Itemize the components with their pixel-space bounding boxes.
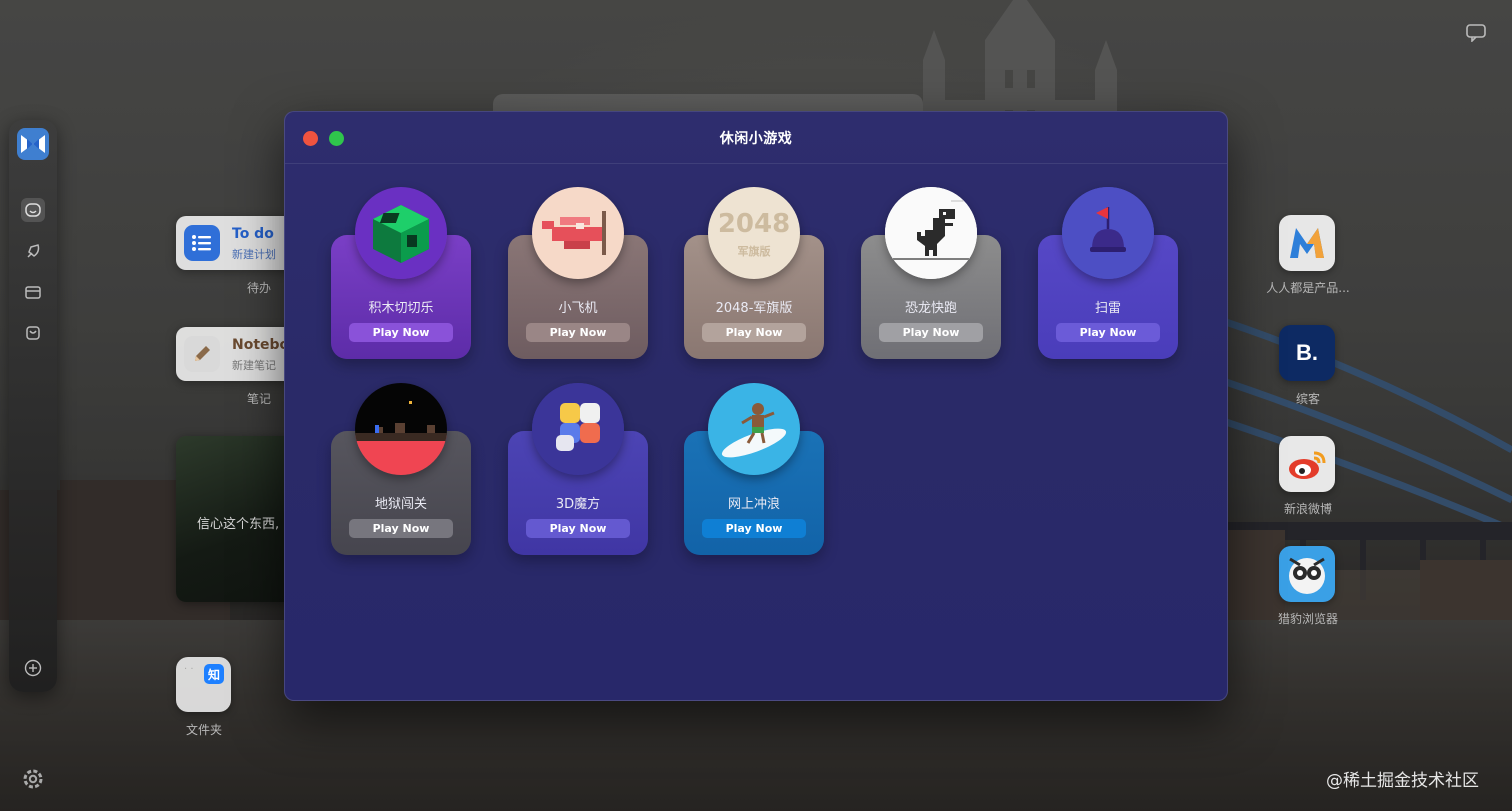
- rocket-icon[interactable]: [21, 240, 45, 264]
- folder-caption: 文件夹: [185, 723, 222, 737]
- zhihu-badge-icon: 知: [204, 664, 224, 684]
- app-booking[interactable]: B.: [1279, 325, 1335, 381]
- window-title: 休闲小游戏: [719, 131, 793, 147]
- pencil-icon: [184, 336, 220, 372]
- booking-logo-icon: B.: [1296, 340, 1318, 365]
- play-now-button[interactable]: Play Now: [526, 519, 630, 538]
- todo-subtitle: 新建计划: [232, 248, 276, 261]
- game-name: 3D魔方: [555, 497, 601, 512]
- home-icon[interactable]: [21, 198, 45, 222]
- thumb-flag-text: 军旗版: [737, 245, 771, 258]
- game-card-hell-levels[interactable]: 地狱闯关 Play Now: [331, 383, 471, 555]
- todo-caption: 待办: [246, 281, 271, 295]
- notebook-widget[interactable]: Notebo 新建笔记: [176, 327, 296, 381]
- play-now-button[interactable]: Play Now: [526, 323, 630, 342]
- add-icon[interactable]: [21, 656, 45, 680]
- game-name: 扫雷: [1094, 301, 1121, 316]
- app-label-weibo: 新浪微博: [1283, 502, 1332, 516]
- chat-bubble-icon[interactable]: [1466, 24, 1488, 42]
- dino-run-thumbnail: [885, 187, 977, 279]
- game-card-small-plane[interactable]: 小飞机 Play Now: [508, 187, 648, 359]
- app-label-woshipm: 人人都是产品...: [1266, 281, 1350, 295]
- liebao-browser-icon: [1289, 557, 1325, 594]
- play-now-button[interactable]: Play Now: [702, 519, 806, 538]
- bag-icon[interactable]: [21, 320, 45, 344]
- app-label-liebao: 猎豹浏览器: [1277, 612, 1338, 626]
- notebook-subtitle: 新建笔记: [232, 359, 276, 372]
- side-dock: [9, 120, 57, 692]
- app-weibo[interactable]: [1279, 436, 1335, 492]
- play-now-button[interactable]: Play Now: [879, 323, 983, 342]
- game-name: 积木切切乐: [368, 301, 434, 316]
- game-card-block-slice[interactable]: 积木切切乐 Play Now: [331, 187, 471, 359]
- mini-games-window: 休闲小游戏 积木切切乐 Play Now 小飞机 Play Now 2048 军…: [284, 111, 1228, 701]
- game-card-minesweeper[interactable]: 扫雷 Play Now: [1038, 187, 1178, 359]
- 2048-thumbnail: 2048 军旗版: [708, 187, 800, 279]
- play-now-button[interactable]: Play Now: [1056, 323, 1160, 342]
- todo-title: To do: [232, 226, 274, 242]
- watermark-text: @稀土掘金技术社区: [1326, 771, 1479, 791]
- app-woshipm[interactable]: [1279, 215, 1335, 271]
- notebook-title: Notebo: [232, 337, 290, 353]
- game-name: 地狱闯关: [374, 497, 427, 512]
- window-titlebar: 休闲小游戏: [285, 112, 1227, 164]
- minesweeper-thumbnail: [1062, 187, 1154, 279]
- game-name: 2048-军旗版: [715, 301, 793, 316]
- store-icon[interactable]: [21, 280, 45, 304]
- weibo-logo-icon: [1289, 451, 1326, 479]
- quote-widget[interactable]: 信心这个东西,: [176, 436, 296, 602]
- folder-widget[interactable]: · · 知: [176, 657, 231, 712]
- play-now-button[interactable]: Play Now: [349, 323, 453, 342]
- block-slice-thumbnail: [355, 187, 447, 279]
- app-label-booking: 缤客: [1295, 392, 1320, 406]
- surfing-thumbnail: [708, 383, 800, 475]
- notebook-caption: 笔记: [246, 392, 271, 406]
- play-now-button[interactable]: Play Now: [349, 519, 453, 538]
- small-plane-thumbnail: [532, 187, 624, 279]
- folder-dots-icon: · ·: [184, 664, 194, 675]
- hell-levels-thumbnail: [355, 383, 447, 475]
- game-card-2048[interactable]: 2048 军旗版 2048-军旗版 Play Now: [684, 187, 824, 359]
- game-card-surfing[interactable]: 网上冲浪 Play Now: [684, 383, 824, 555]
- game-name: 小飞机: [558, 301, 598, 316]
- thumb-2048-text: 2048: [717, 209, 791, 239]
- app-logo-icon[interactable]: [17, 128, 49, 160]
- game-name: 网上冲浪: [727, 497, 780, 512]
- todo-widget[interactable]: To do 新建计划: [176, 216, 296, 270]
- game-card-dino-run[interactable]: 恐龙快跑 Play Now: [861, 187, 1001, 359]
- game-card-3d-cube[interactable]: 3D魔方 Play Now: [508, 383, 648, 555]
- 3d-cube-thumbnail: [532, 383, 624, 475]
- quote-text: 信心这个东西,: [197, 517, 280, 532]
- todo-list-icon: [184, 225, 220, 261]
- app-liebao[interactable]: [1279, 546, 1335, 602]
- woshipm-logo-icon: [1290, 228, 1324, 258]
- game-name: 恐龙快跑: [904, 301, 957, 316]
- gear-icon[interactable]: [21, 767, 45, 791]
- play-now-button[interactable]: Play Now: [702, 323, 806, 342]
